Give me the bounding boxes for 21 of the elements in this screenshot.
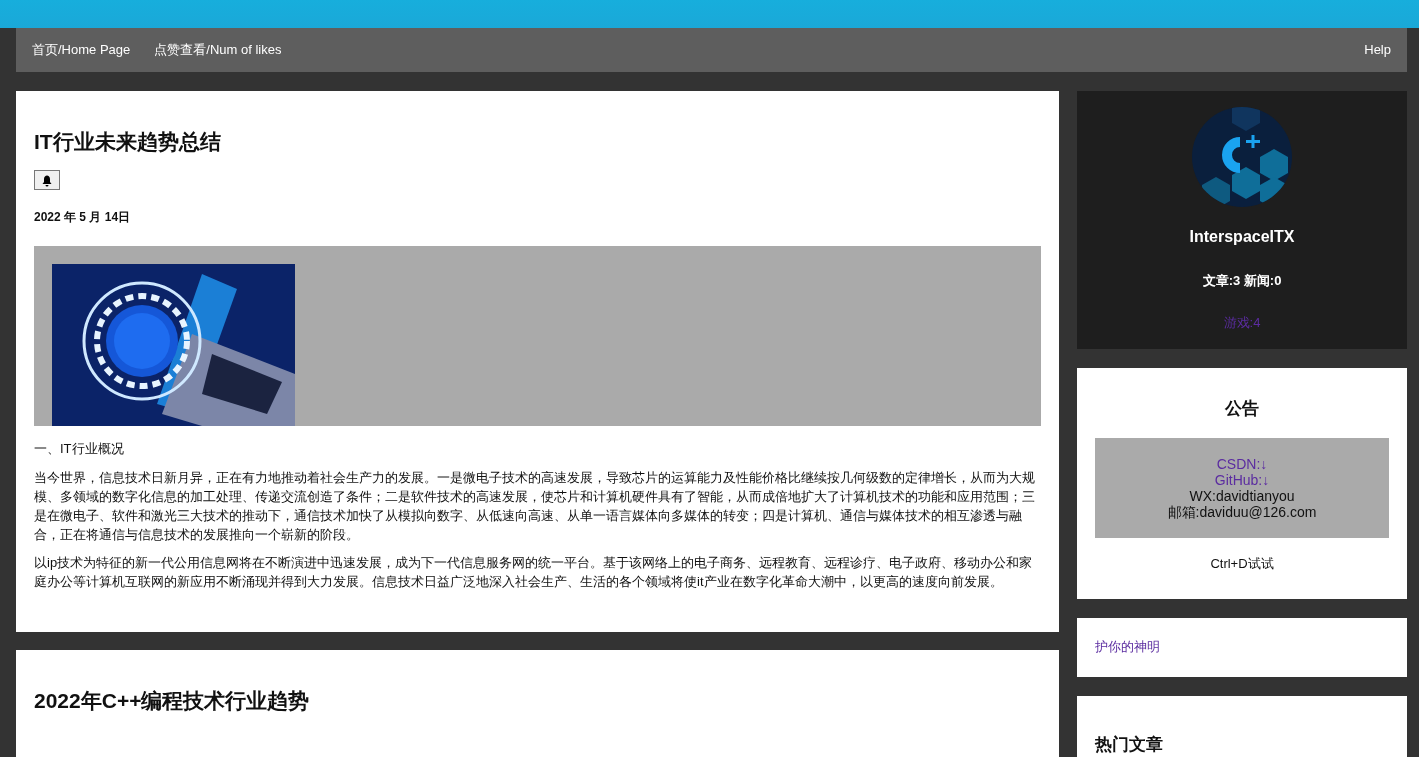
notice-link[interactable]: CSDN:↓ [1216, 455, 1268, 472]
help-link[interactable]: Help [1364, 40, 1391, 60]
paragraph: 一、IT行业概况 [34, 440, 125, 459]
profile-stats: 文章:3 新闻:0 [1201, 272, 1283, 290]
notice-text: WX:davidtianyou [1189, 487, 1295, 504]
post-title: 2022年C++编程技术行业趋势 [34, 688, 311, 714]
post-date: 2022 年 5 月 14日 [34, 209, 132, 227]
hot-articles-title: 热门文章 [1095, 733, 1164, 756]
post-title: IT行业未来趋势总结 [34, 129, 222, 155]
bell-icon [41, 174, 53, 187]
nav-link[interactable]: 点赞查看/Num of likes [154, 40, 282, 60]
sidebar-link[interactable]: 护你的神明 [1095, 639, 1160, 655]
profile-name: InterspaceITX [1188, 227, 1296, 247]
notice-tip: Ctrl+D试试 [1209, 554, 1275, 573]
nav-link[interactable]: 首页/Home Page [32, 40, 131, 60]
paragraph: 当今世界，信息技术日新月异，正在有力地推动着社会生产力的发展。一是微电子技术的高速发展，导致芯片的运算能力及性能价格比继续按几何级数的定律增长，从而为大规模、多领域的数字化信息的加工处理、传递交流创造了条件；二是软件技术的高速发展，使芯片和计算机硬件具有了智能，从而成倍地扩大了计算机技术的功能和应用范围；三是在微电子、软件和激光三大技术的推动下，通信技术加快了从模拟向数字、从低速向高速、从单一语言媒体向多媒体的转变；四是计算机、通信与媒体技术的相互渗透与融合，正在将通信与信息技术的发展推向一个崭新的阶段。 [34, 469, 1036, 544]
paragraph: 以ip技术为特征的新一代公用信息网将在不断演进中迅速发展，成为下一代信息服务网的统一平台。基于该网络上的电子商务、远程教育、远程诊疗、电子政府、移动办公和家庭办公等计算机互联网的新应用不断涌现并得到大力发展。信息技术日益广泛地深入社会生产、生活的各个领域将使it产业在数字化革命大潮中，以更高的速度向前发展。 [34, 554, 1034, 592]
notice-text: 邮箱:daviduu@126.com [1167, 503, 1317, 520]
notice-link[interactable]: GitHub:↓ [1214, 471, 1270, 488]
notice-title: 公告 [1224, 398, 1260, 420]
bell-button[interactable] [34, 170, 60, 191]
